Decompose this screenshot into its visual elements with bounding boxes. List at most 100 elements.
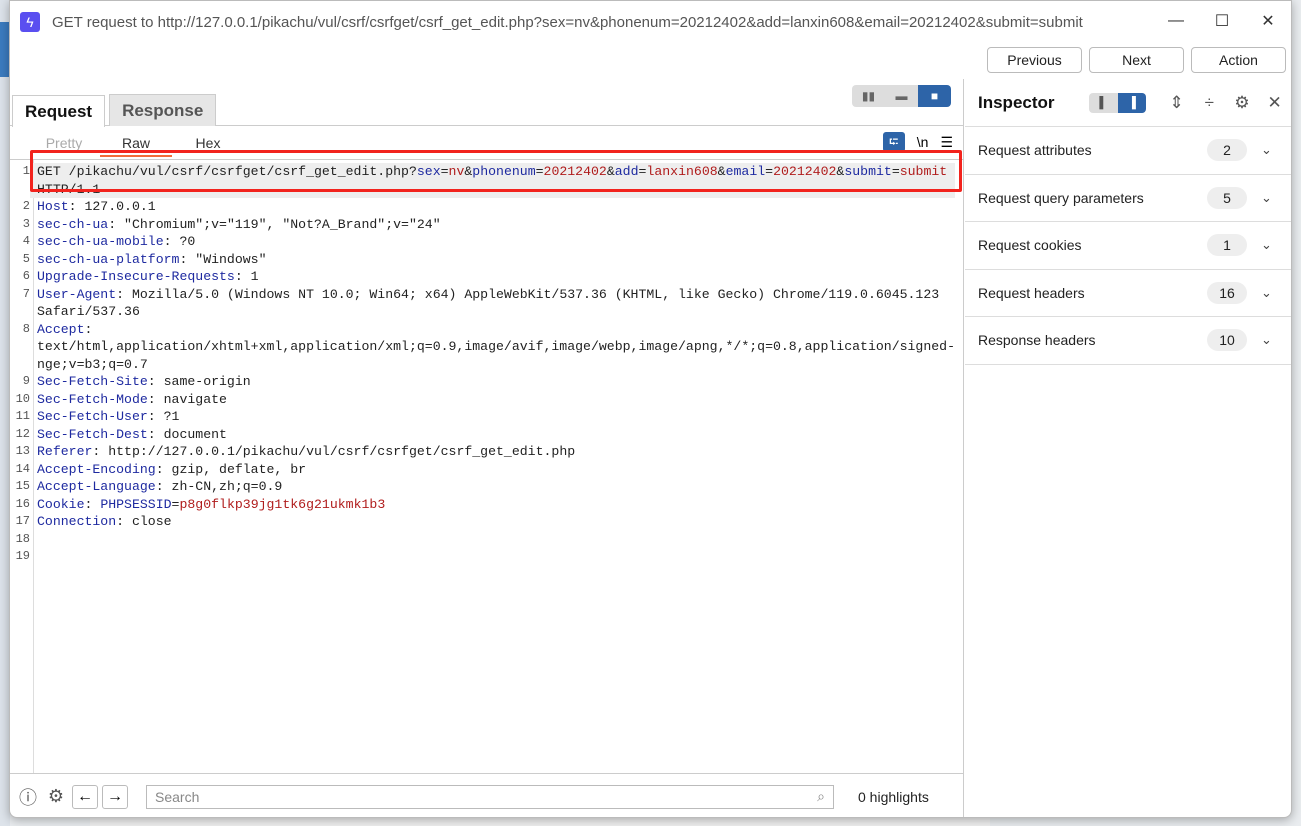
line-number: 9 [22, 374, 30, 388]
header-name: submit [844, 164, 892, 179]
request-line: 16 Cookie: PHPSESSID=p8g0flkp39jg1tk6g21u… [10, 496, 963, 514]
plain-text: : Mozilla/5.0 (Windows NT 10.0; Win64; x… [116, 286, 940, 302]
inspector-right-dock-icon[interactable]: ▐ [1117, 92, 1147, 113]
line-text: text/html,application/xhtml+xml,applicat… [30, 338, 955, 356]
plain-text: HTTP/1.1 [37, 181, 101, 197]
subtab-pretty[interactable]: Pretty [28, 135, 100, 157]
chevron-down-icon[interactable]: ⌄ [1261, 285, 1291, 301]
header-name: Upgrade-Insecure-Requests [37, 269, 235, 284]
header-name: PHPSESSID [100, 496, 172, 512]
header-name: Accept-Encoding [37, 461, 156, 477]
header-name: email [725, 164, 766, 179]
line-number: 8 [22, 321, 30, 336]
burp-logo-icon: ϟ [20, 12, 40, 32]
line-text: Accept-Encoding: gzip, deflate, br [30, 461, 955, 479]
request-line: 19 [10, 548, 963, 566]
line-text: Connection: close [30, 513, 955, 531]
chevron-down-icon[interactable]: ⌄ [1261, 142, 1291, 158]
editor-menu-icon[interactable]: ☰ [940, 134, 953, 151]
line-number: 3 [22, 216, 30, 231]
line-number: 10 [15, 391, 30, 406]
settings-icon[interactable]: ⚙ [44, 785, 68, 809]
tab-request[interactable]: Request [12, 95, 106, 127]
plain-text: : [84, 496, 101, 512]
collapse-all-icon[interactable]: ÷ [1193, 93, 1226, 113]
inspector-section[interactable]: Request query parameters 5 ⌄ [965, 175, 1291, 222]
help-icon[interactable]: ⓘ [16, 785, 40, 809]
param-value: submit [899, 164, 948, 179]
plain-text: : http://127.0.0.1/pikachu/vul/csrf/csrf… [92, 444, 576, 459]
request-line: Safari/537.36 [10, 303, 963, 321]
plain-text: = [765, 164, 774, 179]
chevron-down-icon[interactable]: ⌄ [1261, 332, 1291, 348]
close-button[interactable]: ✕ [1245, 1, 1291, 41]
chevron-down-icon[interactable]: ⌄ [1261, 237, 1291, 253]
section-label: Request query parameters [978, 189, 1144, 206]
header-name: Sec-Fetch-Mode [37, 391, 148, 407]
request-line: 2 Host: 127.0.0.1 [10, 198, 963, 216]
request-line: text/html,application/xhtml+xml,applicat… [10, 338, 963, 356]
plain-text: text/html,application/xhtml+xml,applicat… [37, 339, 955, 354]
search-bar: ⓘ ⚙ ← → Search ⌕ 0 highlights [10, 773, 963, 817]
request-line: 7 User-Agent: Mozilla/5.0 (Windows NT 10.… [10, 286, 963, 304]
action-button[interactable]: Action [1191, 47, 1286, 73]
line-text: sec-ch-ua-mobile: ?0 [30, 233, 955, 251]
request-line: 9 Sec-Fetch-Site: same-origin [10, 373, 963, 391]
inspector-section[interactable]: Request headers 16 ⌄ [965, 270, 1291, 317]
plain-text: : "Windows" [179, 251, 267, 267]
header-name: sec-ch-ua-platform [37, 251, 180, 267]
window-title: GET request to http://127.0.0.1/pikachu/… [52, 13, 1083, 31]
section-count-badge: 5 [1207, 186, 1247, 209]
line-text: Accept-Language: zh-CN,zh;q=0.9 [30, 478, 955, 496]
inspector-section[interactable]: Response headers 10 ⌄ [965, 317, 1291, 365]
header-name: sex [416, 164, 441, 179]
layout-stacked-icon[interactable]: ▬ [885, 85, 918, 107]
request-line: 15 Accept-Language: zh-CN,zh;q=0.9 [10, 478, 963, 496]
inspector-left-dock-icon[interactable]: ▌ [1088, 92, 1118, 113]
line-number: 15 [15, 479, 30, 493]
line-number [10, 181, 30, 199]
raw-request-editor[interactable]: 1 GET /pikachu/vul/csrf/csrfget/csrf_get_… [10, 159, 963, 773]
line-number [10, 338, 30, 356]
header-name: User-Agent [37, 286, 117, 302]
line-text: Host: 127.0.0.1 [30, 198, 955, 216]
plain-text: = [440, 164, 449, 179]
plain-text: : [84, 321, 93, 337]
previous-button[interactable]: Previous [987, 47, 1082, 73]
section-label: Response headers [978, 332, 1096, 349]
search-input[interactable]: Search ⌕ [146, 784, 834, 809]
subtab-hex[interactable]: Hex [172, 135, 244, 157]
param-value: p8g0flkp39jg1tk6g21ukmk1b3 [179, 496, 386, 512]
expand-all-icon[interactable]: ⇕ [1160, 93, 1193, 113]
inspector-close-icon[interactable]: ✕ [1258, 93, 1291, 113]
request-line: 4 sec-ch-ua-mobile: ?0 [10, 233, 963, 251]
tab-response[interactable]: Response [109, 94, 217, 126]
line-text: Referer: http://127.0.0.1/pikachu/vul/cs… [30, 443, 955, 461]
back-arrow-icon[interactable]: ← [72, 784, 98, 809]
maximize-button[interactable]: ☐ [1199, 1, 1245, 41]
inspector-section[interactable]: Request attributes 2 ⌄ [965, 127, 1291, 175]
header-name: Sec-Fetch-User [37, 409, 148, 424]
minimize-button[interactable]: — [1153, 1, 1199, 41]
inspector-settings-icon[interactable]: ⚙ [1226, 93, 1259, 113]
layout-side-by-side-icon[interactable]: ▮▮ [852, 85, 885, 107]
line-text: sec-ch-ua: "Chromium";v="119", "Not?A_Br… [30, 216, 955, 234]
word-wrap-icon[interactable]: ⮓ [882, 132, 905, 152]
next-button[interactable]: Next [1089, 47, 1184, 73]
header-name: sec-ch-ua [37, 216, 109, 232]
request-line: 3 sec-ch-ua: "Chromium";v="119", "Not?A_B… [10, 216, 963, 234]
section-label: Request attributes [978, 142, 1092, 159]
line-text: GET /pikachu/vul/csrf/csrfget/csrf_get_e… [30, 163, 955, 181]
line-number: 4 [22, 234, 30, 248]
newline-toggle-icon[interactable]: \n [917, 134, 929, 150]
line-text: Sec-Fetch-Site: same-origin [30, 373, 955, 391]
layout-single-icon[interactable]: ■ [918, 85, 951, 107]
chevron-down-icon[interactable]: ⌄ [1261, 190, 1291, 206]
line-number: 7 [22, 286, 30, 301]
forward-arrow-icon[interactable]: → [102, 784, 128, 809]
plain-text: = [535, 164, 544, 179]
header-name: sec-ch-ua-mobile [37, 234, 164, 249]
subtab-raw[interactable]: Raw [100, 135, 172, 157]
inspector-section[interactable]: Request cookies 1 ⌄ [965, 222, 1291, 270]
header-name: Accept [37, 321, 85, 337]
